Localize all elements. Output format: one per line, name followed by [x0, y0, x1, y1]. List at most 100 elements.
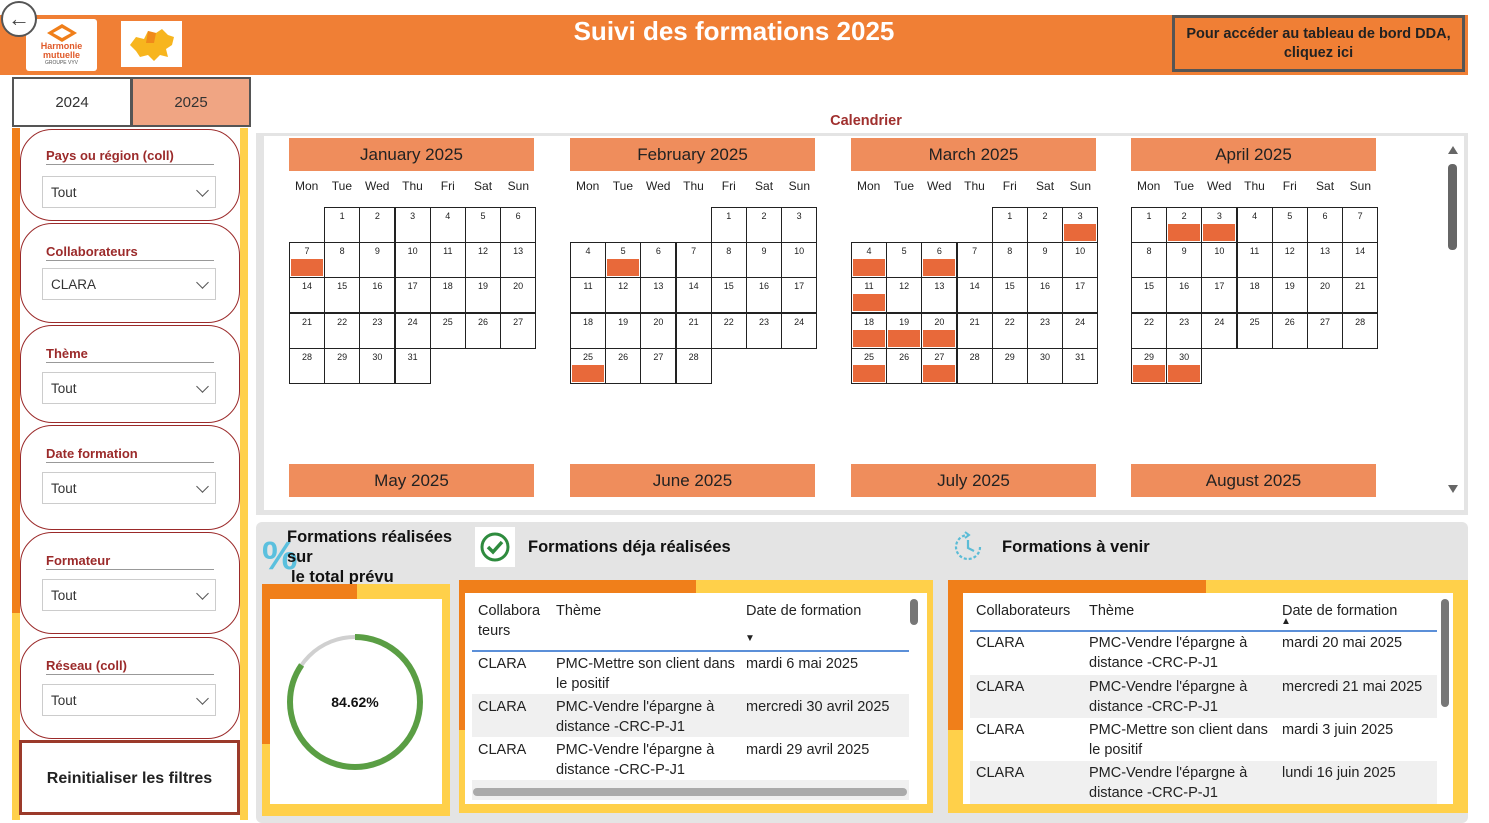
dda-dashboard-button[interactable]: Pour accéder au tableau de bord DDA, cli…	[1172, 15, 1465, 72]
column-header-theme[interactable]: Thème	[556, 601, 601, 621]
column-header-collaborateurs[interactable]: Collaborateurs	[976, 601, 1070, 621]
calendar-day-cell[interactable]: 26	[886, 347, 923, 384]
calendar-day-cell[interactable]: 22	[710, 312, 747, 349]
calendar-day-cell[interactable]: 13	[500, 242, 537, 279]
calendar-day-cell[interactable]: 6	[640, 242, 677, 279]
calendar-day-cell[interactable]: 30	[1166, 347, 1203, 384]
calendar-day-cell[interactable]: 21	[675, 312, 712, 349]
calendar-day-cell[interactable]: 12	[886, 277, 923, 314]
calendar-day-cell[interactable]: 11	[1236, 242, 1273, 279]
calendar-day-cell[interactable]: 30	[359, 347, 396, 384]
calendar-day-cell[interactable]: 7	[675, 242, 712, 279]
calendar-day-cell[interactable]: 23	[1027, 312, 1063, 349]
calendar-day-cell[interactable]: 29	[1131, 347, 1167, 384]
calendar-day-cell[interactable]: 22	[1131, 312, 1167, 349]
calendar-day-cell[interactable]: 20	[1307, 277, 1343, 314]
calendar-day-cell[interactable]: 23	[746, 312, 782, 349]
done-table-hscroll[interactable]	[473, 788, 907, 796]
calendar-day-cell[interactable]: 12	[465, 242, 501, 279]
calendar-day-cell[interactable]: 19	[886, 312, 923, 349]
calendar-day-cell[interactable]: 6	[500, 207, 537, 243]
calendar-day-cell[interactable]: 25	[851, 347, 887, 384]
calendar-day-cell[interactable]: 5	[886, 242, 923, 279]
calendar-day-cell[interactable]: 9	[1027, 242, 1063, 279]
calendar-day-cell[interactable]: 19	[1271, 277, 1308, 314]
calendar-day-cell[interactable]: 11	[570, 277, 606, 314]
calendar-day-cell[interactable]: 17	[1201, 277, 1238, 314]
calendar-day-cell[interactable]: 14	[1342, 242, 1379, 279]
calendar-day-cell[interactable]: 21	[1342, 277, 1379, 314]
calendar-day-cell[interactable]: 20	[921, 312, 958, 349]
calendar-day-cell[interactable]: 27	[640, 347, 677, 384]
calendar-day-cell[interactable]: 5	[605, 242, 642, 279]
calendar-day-cell[interactable]: 2	[1027, 207, 1063, 243]
calendar-day-cell[interactable]: 9	[1166, 242, 1203, 279]
calendar-day-cell[interactable]: 26	[605, 347, 642, 384]
calendar-day-cell[interactable]: 10	[781, 242, 818, 279]
calendar-day-cell[interactable]: 10	[394, 242, 431, 279]
calendar-day-cell[interactable]: 25	[1236, 312, 1273, 349]
calendar-day-cell[interactable]: 3	[1062, 207, 1099, 243]
calendar-day-cell[interactable]: 14	[956, 277, 993, 314]
calendar-day-cell[interactable]: 1	[1131, 207, 1167, 243]
column-header-theme[interactable]: Thème	[1089, 601, 1134, 621]
calendar-day-cell[interactable]: 24	[1201, 312, 1238, 349]
calendar-day-cell[interactable]: 8	[991, 242, 1028, 279]
calendar-day-cell[interactable]: 27	[921, 347, 958, 384]
calendar-day-cell[interactable]: 24	[1062, 312, 1099, 349]
calendar-day-cell[interactable]: 28	[675, 347, 712, 384]
calendar-day-cell[interactable]: 4	[1236, 207, 1273, 243]
calendar-day-cell[interactable]: 16	[1027, 277, 1063, 314]
back-arrow-icon[interactable]: ←	[1, 1, 37, 37]
calendar-day-cell[interactable]: 18	[570, 312, 606, 349]
calendar-day-cell[interactable]: 16	[359, 277, 396, 314]
calendar-day-cell[interactable]: 21	[289, 312, 325, 349]
calendar-day-cell[interactable]: 3	[1201, 207, 1238, 243]
reseau-select[interactable]: Tout	[42, 684, 216, 716]
calendar-day-cell[interactable]: 2	[359, 207, 396, 243]
calendar-day-cell[interactable]: 27	[500, 312, 537, 349]
calendar-day-cell[interactable]: 16	[746, 277, 782, 314]
calendar-day-cell[interactable]: 25	[429, 312, 466, 349]
calendar-day-cell[interactable]: 20	[500, 277, 537, 314]
calendar-day-cell[interactable]: 20	[640, 312, 677, 349]
calendar-day-cell[interactable]: 18	[429, 277, 466, 314]
sort-desc-icon[interactable]: ▼	[745, 633, 755, 644]
calendar-day-cell[interactable]: 13	[921, 277, 958, 314]
calendar-day-cell[interactable]: 4	[570, 242, 606, 279]
calendar-day-cell[interactable]: 8	[710, 242, 747, 279]
calendar-day-cell[interactable]: 30	[1027, 347, 1063, 384]
calendar-day-cell[interactable]: 5	[1271, 207, 1308, 243]
reset-filters-button[interactable]: Reinitialiser les filtres	[19, 740, 240, 815]
calendar-day-cell[interactable]: 6	[1307, 207, 1343, 243]
calendar-day-cell[interactable]: 9	[746, 242, 782, 279]
calendar-day-cell[interactable]: 26	[465, 312, 501, 349]
calendar-day-cell[interactable]: 14	[675, 277, 712, 314]
calendar-day-cell[interactable]: 2	[746, 207, 782, 243]
calendar-day-cell[interactable]: 21	[956, 312, 993, 349]
calendar-day-cell[interactable]: 17	[394, 277, 431, 314]
calendar-day-cell[interactable]: 31	[1062, 347, 1099, 384]
calendar-day-cell[interactable]: 15	[324, 277, 361, 314]
calendar-day-cell[interactable]: 13	[1307, 242, 1343, 279]
calendar-day-cell[interactable]: 25	[570, 347, 606, 384]
calendar-day-cell[interactable]: 27	[1307, 312, 1343, 349]
calendar-day-cell[interactable]: 22	[324, 312, 361, 349]
calendar-day-cell[interactable]: 28	[956, 347, 993, 384]
column-header-collaborateurs[interactable]: Collabora teurs	[478, 601, 550, 641]
scroll-up-icon[interactable]	[1448, 146, 1458, 154]
year-tab-2024[interactable]: 2024	[12, 77, 132, 127]
theme-select[interactable]: Tout	[42, 372, 216, 404]
calendar-day-cell[interactable]: 31	[394, 347, 431, 384]
calendar-day-cell[interactable]: 8	[1131, 242, 1167, 279]
calendar-day-cell[interactable]: 29	[991, 347, 1028, 384]
calendar-day-cell[interactable]: 24	[781, 312, 818, 349]
calendar-day-cell[interactable]: 18	[1236, 277, 1273, 314]
calendar-day-cell[interactable]: 3	[781, 207, 818, 243]
calendar-day-cell[interactable]: 5	[465, 207, 501, 243]
calendar-day-cell[interactable]: 19	[465, 277, 501, 314]
calendar-day-cell[interactable]: 8	[324, 242, 361, 279]
calendar-day-cell[interactable]: 7	[956, 242, 993, 279]
calendar-day-cell[interactable]: 11	[851, 277, 887, 314]
calendar-day-cell[interactable]: 6	[921, 242, 958, 279]
